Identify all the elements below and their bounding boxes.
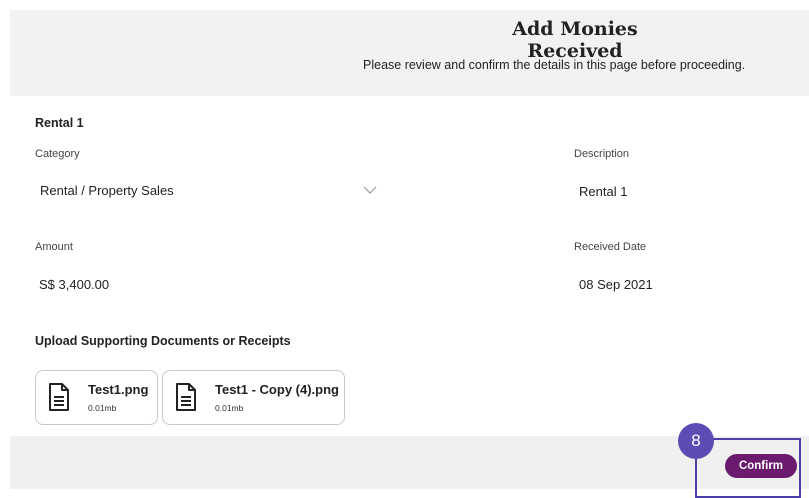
step-badge: 8 [678, 423, 714, 459]
page-subtitle: Please review and confirm the details in… [363, 58, 746, 72]
file-name: Test1 - Copy (4).png [215, 382, 339, 397]
page-header [10, 10, 809, 96]
document-icon [49, 383, 69, 411]
file-card[interactable]: Test1 - Copy (4).png 0.01mb [162, 370, 345, 425]
upload-title: Upload Supporting Documents or Receipts [35, 334, 291, 348]
category-value: Rental / Property Sales [40, 183, 174, 198]
file-size: 0.01mb [88, 403, 117, 413]
amount-value: S$ 3,400.00 [39, 277, 110, 292]
category-label: Category [35, 148, 80, 160]
received-date-label: Received Date [574, 241, 647, 253]
confirm-button[interactable]: Confirm [725, 454, 797, 478]
section-title: Rental 1 [35, 116, 84, 130]
page-title: Add Monies Received [512, 18, 638, 62]
description-value: Rental 1 [579, 184, 628, 199]
received-date-value: 08 Sep 2021 [579, 277, 653, 292]
amount-label: Amount [35, 241, 73, 253]
chevron-down-icon [363, 186, 377, 194]
file-size: 0.01mb [215, 403, 244, 413]
file-card[interactable]: Test1.png 0.01mb [35, 370, 158, 425]
document-icon [176, 383, 196, 411]
category-select[interactable]: Rental / Property Sales [35, 178, 380, 204]
description-label: Description [574, 148, 630, 160]
file-name: Test1.png [88, 382, 149, 397]
